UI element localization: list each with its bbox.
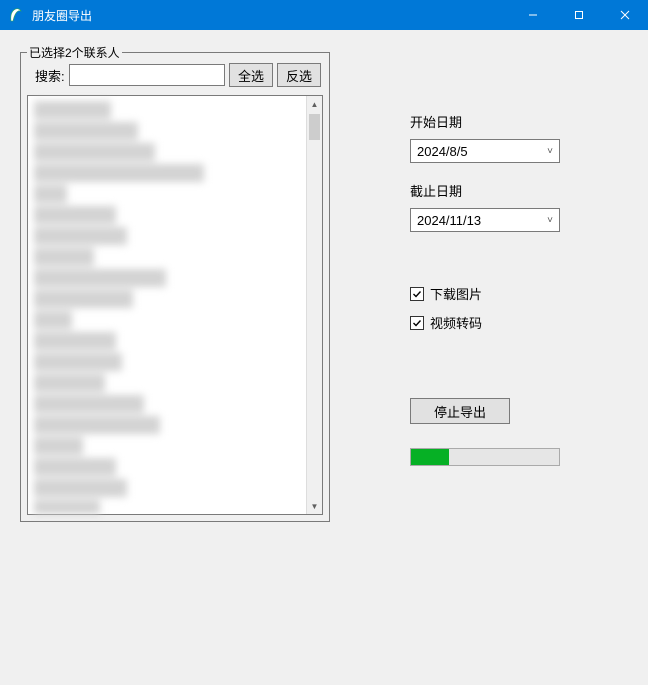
end-date-label: 截止日期 bbox=[410, 181, 590, 200]
contacts-list-content bbox=[28, 96, 306, 514]
progress-fill bbox=[411, 449, 449, 465]
list-item[interactable] bbox=[34, 206, 116, 224]
end-date-select[interactable]: 2024/11/13 ˅ bbox=[410, 208, 560, 232]
search-input[interactable] bbox=[69, 64, 225, 86]
client-area: 已选择2个联系人 搜索: 全选 反选 ▲ ▼ 开始日期 2024/8/5 ˅ bbox=[0, 30, 648, 685]
list-item[interactable] bbox=[34, 122, 138, 140]
search-label: 搜索: bbox=[35, 66, 65, 85]
check-icon bbox=[412, 289, 422, 299]
scroll-thumb[interactable] bbox=[309, 114, 320, 140]
contacts-listbox[interactable]: ▲ ▼ bbox=[27, 95, 323, 515]
download-images-checkbox[interactable]: 下载图片 bbox=[410, 284, 590, 303]
video-transcode-label: 视频转码 bbox=[430, 313, 482, 332]
app-icon bbox=[8, 7, 24, 23]
chevron-down-icon: ˅ bbox=[547, 146, 553, 157]
progress-bar bbox=[410, 448, 560, 466]
contacts-legend: 已选择2个联系人 bbox=[27, 44, 122, 61]
checkbox-box bbox=[410, 316, 424, 330]
checkbox-box bbox=[410, 287, 424, 301]
end-date-value: 2024/11/13 bbox=[417, 213, 481, 228]
list-item[interactable] bbox=[34, 269, 166, 287]
video-transcode-checkbox[interactable]: 视频转码 bbox=[410, 313, 590, 332]
search-row: 搜索: 全选 反选 bbox=[27, 61, 323, 95]
minimize-button[interactable] bbox=[510, 0, 556, 30]
check-icon bbox=[412, 318, 422, 328]
start-date-label: 开始日期 bbox=[410, 112, 590, 131]
start-date-value: 2024/8/5 bbox=[417, 144, 468, 159]
left-panel: 已选择2个联系人 搜索: 全选 反选 ▲ ▼ bbox=[20, 52, 330, 685]
list-item[interactable] bbox=[34, 143, 155, 161]
list-item[interactable] bbox=[34, 101, 111, 119]
stop-export-button[interactable]: 停止导出 bbox=[410, 398, 510, 424]
invert-selection-button[interactable]: 反选 bbox=[277, 63, 321, 87]
list-item[interactable] bbox=[34, 374, 105, 392]
window-title: 朋友圈导出 bbox=[30, 7, 510, 24]
close-button[interactable] bbox=[602, 0, 648, 30]
start-date-select[interactable]: 2024/8/5 ˅ bbox=[410, 139, 560, 163]
list-item[interactable] bbox=[34, 164, 204, 182]
list-item[interactable] bbox=[34, 248, 94, 266]
titlebar: 朋友圈导出 bbox=[0, 0, 648, 30]
scroll-up-arrow[interactable]: ▲ bbox=[307, 96, 322, 112]
list-item[interactable] bbox=[34, 437, 83, 455]
select-all-button[interactable]: 全选 bbox=[229, 63, 273, 87]
list-item[interactable] bbox=[34, 416, 160, 434]
download-images-label: 下载图片 bbox=[430, 284, 482, 303]
window-controls bbox=[510, 0, 648, 30]
scrollbar[interactable]: ▲ ▼ bbox=[306, 96, 322, 514]
list-item[interactable] bbox=[34, 458, 116, 476]
maximize-button[interactable] bbox=[556, 0, 602, 30]
list-item[interactable] bbox=[34, 395, 144, 413]
list-item[interactable] bbox=[34, 479, 127, 497]
list-item[interactable] bbox=[34, 311, 72, 329]
right-panel: 开始日期 2024/8/5 ˅ 截止日期 2024/11/13 ˅ 下载图片 视… bbox=[410, 52, 590, 685]
list-item[interactable] bbox=[34, 353, 122, 371]
list-item[interactable] bbox=[34, 227, 127, 245]
list-item[interactable] bbox=[34, 185, 67, 203]
chevron-down-icon: ˅ bbox=[547, 215, 553, 226]
list-item[interactable] bbox=[34, 332, 116, 350]
scroll-down-arrow[interactable]: ▼ bbox=[307, 498, 322, 514]
list-item[interactable] bbox=[34, 500, 100, 514]
contacts-fieldset: 已选择2个联系人 搜索: 全选 反选 ▲ ▼ bbox=[20, 52, 330, 522]
list-item[interactable] bbox=[34, 290, 133, 308]
